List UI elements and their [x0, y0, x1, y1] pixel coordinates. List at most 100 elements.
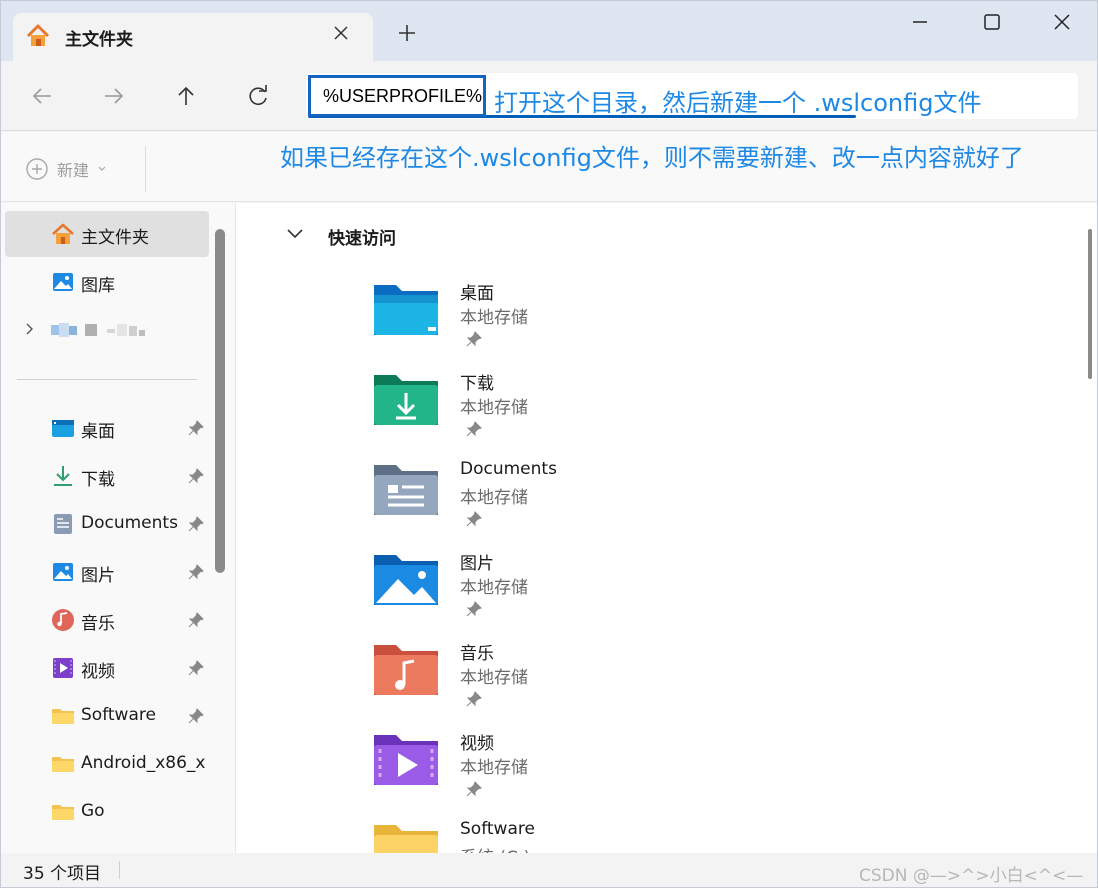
- quick-access-item-music[interactable]: 音乐 本地存储: [372, 639, 672, 725]
- content-scrollbar[interactable]: [1088, 229, 1092, 379]
- refresh-icon[interactable]: [245, 83, 271, 109]
- status-bar: 35 个项目 CSDN @—>^>小白<^<—: [1, 853, 1097, 887]
- quick-access-name: 下载: [460, 374, 494, 394]
- sidebar-item-downloads[interactable]: 下载: [5, 453, 209, 499]
- command-bar: 新建 如果已经存在这个.wslconfig文件，则不需要新建、改一点内容就好了: [1, 132, 1097, 202]
- chevron-down-icon[interactable]: [286, 225, 304, 243]
- sidebar-item-label: 主文件夹: [81, 228, 149, 248]
- sidebar-item-label: 下载: [81, 470, 115, 490]
- status-separator: [119, 861, 120, 879]
- back-icon[interactable]: [29, 83, 55, 109]
- sidebar-item-go[interactable]: Go: [5, 789, 209, 835]
- documents-folder-icon: [374, 465, 438, 515]
- pin-icon[interactable]: [466, 601, 482, 617]
- address-input[interactable]: %USERPROFILE%: [308, 75, 486, 117]
- chevron-down-icon: [98, 166, 106, 171]
- chevron-right-icon[interactable]: [23, 321, 37, 337]
- quick-access-name: Software: [460, 819, 535, 839]
- quick-access-location: 本地存储: [460, 488, 528, 508]
- close-window-icon[interactable]: [1051, 11, 1073, 33]
- quick-access-item-documents[interactable]: Documents 本地存储: [372, 459, 672, 545]
- pin-icon[interactable]: [188, 612, 204, 628]
- sidebar-item-videos[interactable]: 视频: [5, 645, 209, 691]
- quick-access-item-software[interactable]: Software 系统 (C:): [372, 819, 672, 853]
- sidebar-item-label: 音乐: [81, 614, 115, 634]
- quick-access-name: Documents: [460, 459, 557, 479]
- music-icon: [52, 609, 74, 631]
- videos-folder-icon: [374, 735, 438, 785]
- close-tab-icon[interactable]: [331, 23, 351, 43]
- sidebar-item-pictures[interactable]: 图片: [5, 549, 209, 595]
- sidebar-item-home[interactable]: 主文件夹: [5, 211, 209, 257]
- up-icon[interactable]: [173, 83, 199, 109]
- sidebar-item-label: 桌面: [81, 422, 115, 442]
- tab-home[interactable]: 主文件夹: [13, 13, 373, 61]
- sidebar-item-music[interactable]: 音乐: [5, 597, 209, 643]
- forward-icon[interactable]: [101, 83, 127, 109]
- pin-icon[interactable]: [188, 420, 204, 436]
- sidebar-item-label: 图片: [81, 566, 115, 586]
- folder-icon: [52, 757, 74, 772]
- sidebar-item-documents[interactable]: Documents: [5, 501, 209, 547]
- sidebar-item-android[interactable]: Android_x86_x: [5, 741, 209, 787]
- pin-icon[interactable]: [466, 781, 482, 797]
- annotation-line1: 打开这个目录，然后新建一个 .wslconfig文件: [494, 89, 982, 117]
- quick-access-name: 视频: [460, 734, 494, 754]
- new-button[interactable]: 新建: [25, 156, 107, 182]
- desktop-folder-icon: [374, 285, 438, 335]
- minimize-icon[interactable]: [909, 11, 931, 33]
- pin-icon[interactable]: [466, 331, 482, 347]
- user-account-icon: [51, 323, 145, 337]
- sidebar-item-partial[interactable]: [5, 837, 209, 853]
- sidebar-item-user[interactable]: [5, 307, 209, 353]
- sidebar-item-gallery[interactable]: 图库: [5, 259, 209, 305]
- quick-access-location: 本地存储: [460, 308, 528, 328]
- tab-title: 主文件夹: [65, 30, 133, 50]
- sidebar-item-label: 视频: [81, 662, 115, 682]
- pin-icon[interactable]: [188, 660, 204, 676]
- new-tab-icon[interactable]: [397, 23, 417, 43]
- pin-icon[interactable]: [188, 564, 204, 580]
- pictures-icon: [53, 563, 73, 581]
- quick-access-location: 本地存储: [460, 578, 528, 598]
- quick-access-location: 本地存储: [460, 398, 528, 418]
- watermark: CSDN @—>^>小白<^<—: [859, 866, 1084, 886]
- new-button-label: 新建: [57, 161, 90, 180]
- downloads-folder-icon: [374, 375, 438, 425]
- music-folder-icon: [374, 645, 438, 695]
- quick-access-item-desktop[interactable]: 桌面 本地存储: [372, 279, 672, 365]
- pin-icon[interactable]: [188, 516, 204, 532]
- folder-icon: [52, 709, 74, 724]
- quick-access-name: 图片: [460, 554, 494, 574]
- sidebar-item-label: Android_x86_x: [81, 753, 206, 773]
- item-count: 35 个项目: [23, 864, 102, 884]
- quick-access-location: 本地存储: [460, 668, 528, 688]
- pin-icon[interactable]: [466, 691, 482, 707]
- pictures-folder-icon: [374, 555, 438, 605]
- quick-access-name: 桌面: [460, 284, 494, 304]
- sidebar-item-software[interactable]: Software: [5, 693, 209, 739]
- pin-icon[interactable]: [188, 468, 204, 484]
- desktop-icon: [52, 420, 74, 437]
- sidebar-scrollbar[interactable]: [215, 229, 225, 573]
- navigation-bar: %USERPROFILE% 打开这个目录，然后新建一个 .wslconfig文件: [1, 61, 1097, 131]
- annotation-line2: 如果已经存在这个.wslconfig文件，则不需要新建、改一点内容就好了: [280, 144, 1024, 172]
- sidebar-item-desktop[interactable]: 桌面: [5, 405, 209, 451]
- folder-icon: [374, 825, 438, 853]
- quick-access-item-pictures[interactable]: 图片 本地存储: [372, 549, 672, 635]
- home-icon: [26, 24, 50, 46]
- pin-icon[interactable]: [466, 421, 482, 437]
- quick-access-item-videos[interactable]: 视频 本地存储: [372, 729, 672, 815]
- documents-icon: [54, 514, 72, 534]
- sidebar-item-label: Go: [81, 801, 105, 821]
- file-explorer-window: 主文件夹 %USERPROFILE% 打开这个目录，然后新建一个 .wslcon…: [0, 0, 1098, 888]
- pin-icon[interactable]: [466, 511, 482, 527]
- plus-circle-icon: [26, 158, 48, 180]
- quick-access-item-downloads[interactable]: 下载 本地存储: [372, 369, 672, 455]
- pin-icon[interactable]: [188, 708, 204, 724]
- quick-access-location: 本地存储: [460, 758, 528, 778]
- maximize-icon[interactable]: [981, 11, 1003, 33]
- quick-access-name: 音乐: [460, 644, 494, 664]
- title-bar: 主文件夹: [1, 1, 1097, 61]
- sidebar-item-label: Software: [81, 705, 156, 725]
